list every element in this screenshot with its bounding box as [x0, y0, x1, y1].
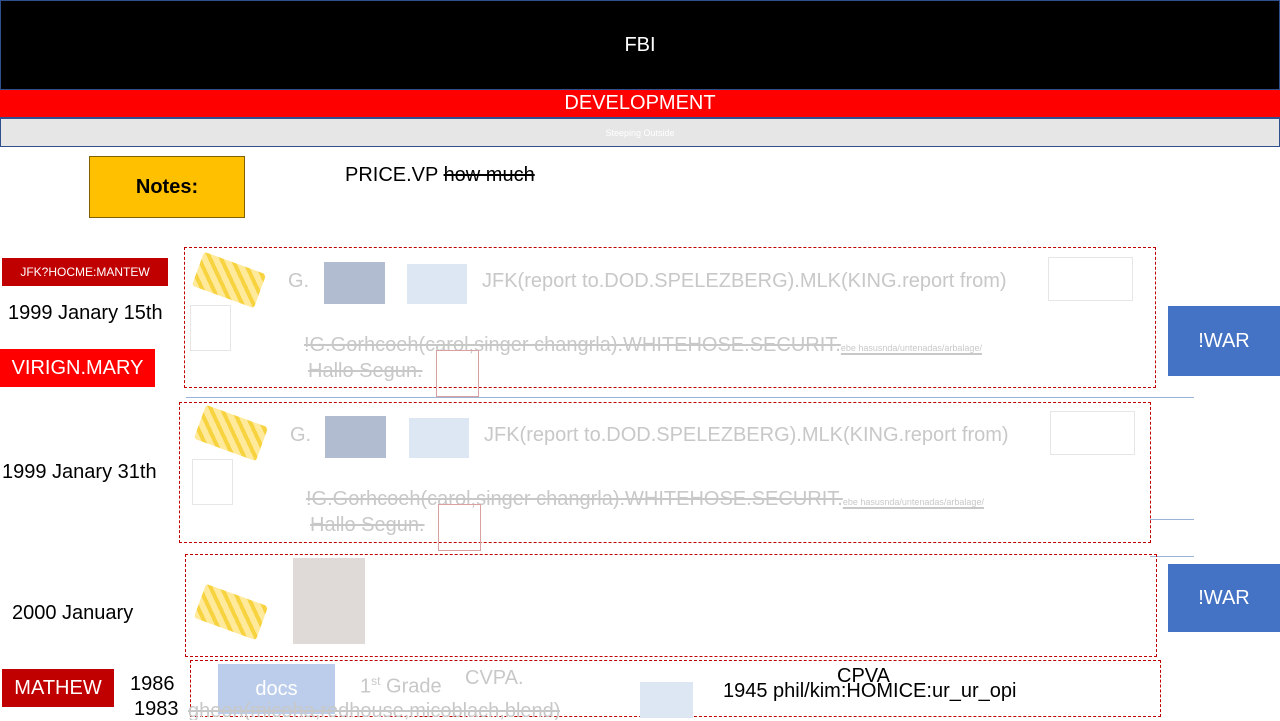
grade-number: 1: [360, 675, 372, 698]
price-struck: how much: [443, 164, 535, 186]
panel1-line2: !G.Gorhcoeh(carol,singer changrla).WHITE…: [304, 334, 982, 357]
grade-label: 1st Grade: [360, 674, 442, 699]
panel1-line2-text: !G.Gorhcoeh(carol,singer changrla).WHITE…: [304, 334, 841, 356]
figure-thumbnail: [640, 682, 693, 718]
panel2-line2: !G.Gorhcoeh(carol,singer changrla).WHITE…: [306, 488, 984, 511]
panel1-line1: JFK(report to.DOD.SPELEZBERG).MLK(KING.r…: [482, 270, 1007, 292]
homice-label: 1945 phil/kim:HOMICE:ur_ur_opi: [723, 680, 1017, 702]
war-button-2[interactable]: !WAR: [1168, 564, 1280, 632]
war-label-1: !WAR: [1198, 329, 1250, 352]
virign-mary-tag[interactable]: VIRIGN.MARY: [0, 349, 155, 387]
cut-off-text: gheon(micoha,redhouse,micoblach,blend): [188, 700, 561, 720]
price-text: PRICE.VP how much: [345, 164, 535, 187]
figure-thumbnail: [409, 418, 469, 458]
header-title: FBI: [624, 33, 656, 56]
panel2-small-box: [438, 504, 481, 551]
sub-header-bar: Steeping Outside: [0, 118, 1280, 147]
panel2-line2-small: ebe hasusnda/untenadas/arbalage/: [842, 497, 984, 507]
notes-button[interactable]: Notes:: [89, 156, 245, 218]
development-bar: DEVELOPMENT: [0, 90, 1280, 118]
portrait-thumbnail: [325, 416, 386, 458]
panel1-side-box: [190, 305, 231, 351]
figure-thumbnail: [407, 264, 467, 304]
panel1-mini-box: [1048, 257, 1133, 301]
portrait-thumbnail: [324, 262, 385, 304]
mathew-tag[interactable]: MATHEW: [2, 669, 114, 707]
cvpa-label: CVPA.: [465, 667, 524, 689]
notes-label: Notes:: [135, 175, 199, 198]
date-2: 1999 Janary 31th: [2, 461, 157, 483]
panel1-small-box: [436, 350, 479, 397]
jfk-tag-label: JFK?HOCME:MANTEW: [20, 265, 150, 279]
grade-suffix: Grade: [380, 675, 442, 698]
mathew-label: MATHEW: [14, 676, 102, 699]
date-3: 2000 January: [12, 602, 134, 624]
panel2-mini-box: [1050, 411, 1135, 455]
connector-line-1: [186, 397, 1194, 398]
panel2-line1: JFK(report to.DOD.SPELEZBERG).MLK(KING.r…: [484, 424, 1009, 446]
sub-header-label: Steeping Outside: [605, 127, 675, 138]
development-label: DEVELOPMENT: [564, 92, 716, 114]
jfk-tag[interactable]: JFK?HOCME:MANTEW: [2, 258, 168, 286]
connector-line-2: [1150, 519, 1194, 520]
panel2-line2-text: !G.Gorhcoeh(carol,singer changrla).WHITE…: [306, 488, 843, 510]
war-label-2: !WAR: [1198, 586, 1250, 609]
price-main: PRICE.VP: [345, 164, 438, 186]
panel2-g-label: G.: [290, 424, 312, 446]
docs-label: docs: [255, 677, 298, 700]
panel1-g-label: G.: [288, 270, 310, 292]
virign-mary-label: VIRIGN.MARY: [11, 356, 144, 379]
panel1-line3: Hallo Segun.: [308, 360, 423, 382]
panel2-line3: Hallo Segun.: [310, 514, 425, 536]
war-button-1[interactable]: !WAR: [1168, 306, 1280, 376]
panel2-side-box: [192, 459, 233, 505]
date-1: 1999 Janary 15th: [8, 302, 163, 324]
app-header: FBI: [0, 0, 1280, 90]
year-1986: 1986: [130, 673, 175, 695]
person-photo: [293, 558, 365, 644]
panel1-line2-small: ebe hasusnda/untenadas/arbalage/: [840, 343, 982, 353]
year-1983: 1983: [134, 698, 179, 720]
